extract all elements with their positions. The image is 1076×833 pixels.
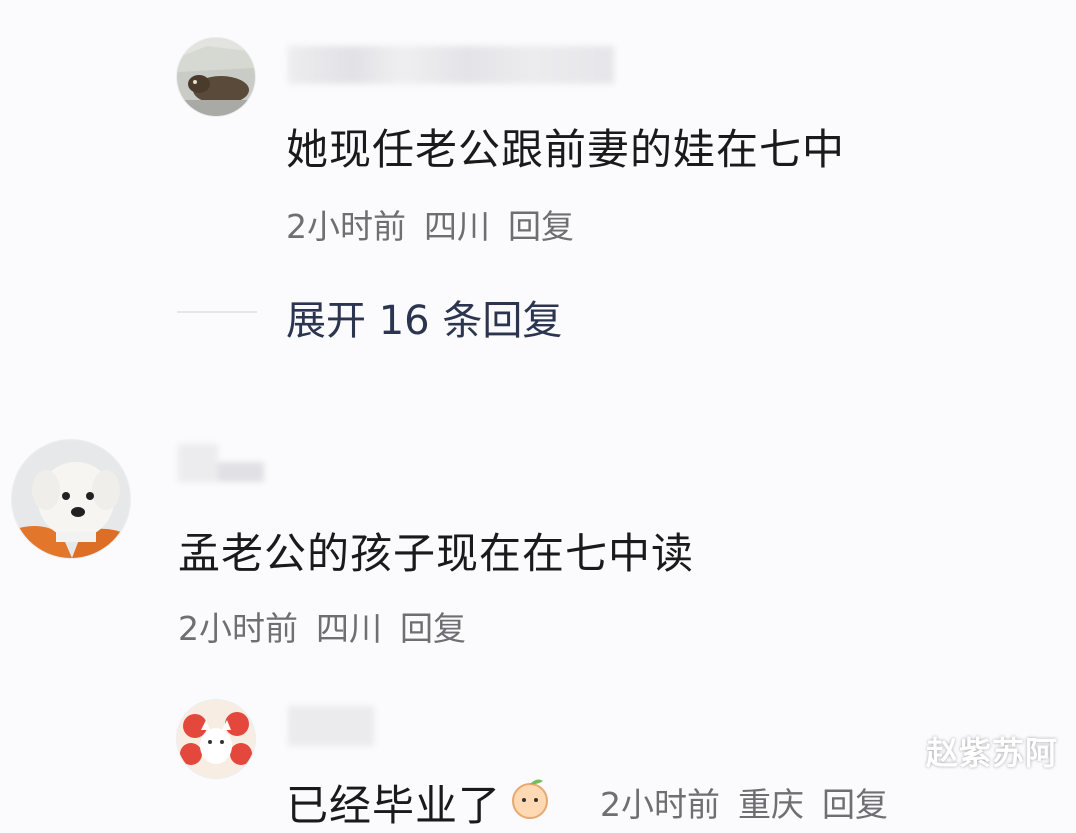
comment-time: 2小时前 [600,785,720,824]
watermark: 赵紫苏阿 [925,734,1058,772]
blurred-username [288,46,614,84]
reply-button[interactable]: 回复 [508,200,574,248]
comment-time: 2小时前 [178,609,298,648]
comment-meta: 2小时前 重庆 回复 [600,778,888,826]
cat-photo-avatar-icon [177,38,255,116]
expand-replies-button[interactable]: 展开 16 条回复 [286,288,562,346]
user-avatar[interactable] [177,38,255,116]
blurred-username [288,706,374,746]
user-avatar[interactable] [12,440,130,558]
reply-button[interactable]: 回复 [400,602,466,650]
blurred-username [178,444,264,482]
comment-text: 孟老公的孩子现在在七中读 [178,529,695,578]
peach-emoji-icon [507,775,553,831]
reply-button[interactable]: 回复 [822,778,888,826]
comment-meta: 2小时前 四川 回复 [178,602,466,650]
cartoon-avatar-icon [177,700,255,778]
comment-time: 2小时前 [286,207,406,246]
divider-line [177,311,257,313]
comment-location: 四川 [316,609,382,648]
comment-location: 重庆 [738,785,804,824]
user-avatar[interactable] [177,700,255,778]
comment-text-content: 已经毕业了 [286,781,502,830]
comment-text: 她现任老公跟前妻的娃在七中 [286,125,846,174]
comment-meta: 2小时前 四川 回复 [286,200,574,248]
white-dog-avatar-icon [12,440,130,558]
comment-location: 四川 [424,207,490,246]
comment-text: 已经毕业了 [286,772,553,833]
